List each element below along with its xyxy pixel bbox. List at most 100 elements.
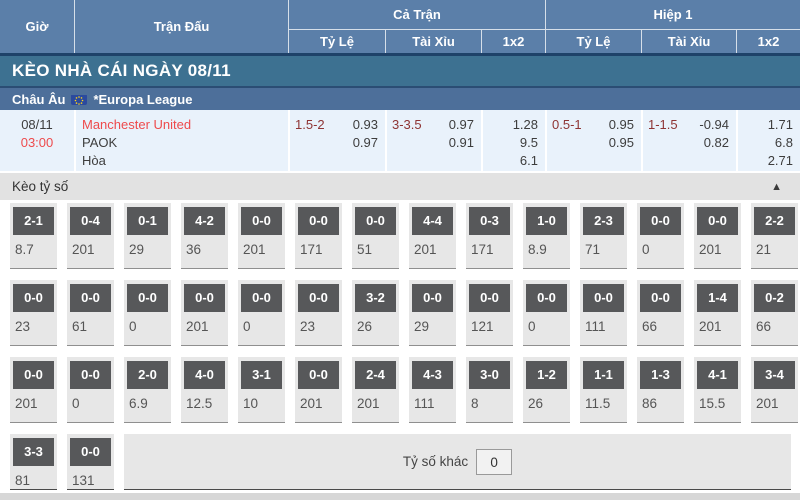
score-odds-cell[interactable]: 2-06.9 <box>124 357 171 423</box>
score-odd-value: 201 <box>694 312 741 334</box>
score-odds-cell[interactable]: 0-3171 <box>466 203 513 269</box>
half-1x2-cell[interactable]: 1.71 6.8 2.71 <box>736 110 800 171</box>
score-label: 1-0 <box>526 207 567 235</box>
score-odds-cell[interactable]: 0-0201 <box>295 357 342 423</box>
odds-value[interactable]: 1.28 <box>483 116 538 134</box>
score-odd-value: 0 <box>637 235 684 257</box>
full-1x2-cell[interactable]: 1.28 9.5 6.1 <box>481 110 545 171</box>
score-odds-cell[interactable]: 4-012.5 <box>181 357 228 423</box>
score-odds-cell[interactable]: 0-00 <box>523 280 570 346</box>
score-odds-cell[interactable]: 0-00 <box>67 357 114 423</box>
score-odds-cell[interactable]: 1-111.5 <box>580 357 627 423</box>
full-handicap-odds: 0.93 0.97 <box>353 116 378 171</box>
score-label: 0-0 <box>298 361 339 389</box>
half-overunder-cell[interactable]: 1-1.5 -0.94 0.82 <box>641 110 736 171</box>
half-handicap-odds: 0.95 0.95 <box>609 116 634 171</box>
score-odd-value: 29 <box>124 235 171 257</box>
odds-value[interactable]: 1.71 <box>738 116 793 134</box>
score-odds-cell[interactable]: 2-18.7 <box>10 203 57 269</box>
score-odds-cell[interactable]: 0-266 <box>751 280 798 346</box>
score-odds-cell[interactable]: 0-0201 <box>238 203 285 269</box>
score-odd-value: 66 <box>751 312 798 334</box>
odds-value[interactable]: 6.8 <box>738 134 793 152</box>
score-odds-cell[interactable]: 1-386 <box>637 357 684 423</box>
score-odds-cell[interactable]: 3-381 <box>10 434 57 490</box>
odds-value[interactable]: 6.1 <box>483 152 538 170</box>
score-odd-value: 29 <box>409 312 456 334</box>
score-odds-cell[interactable]: 3-226 <box>352 280 399 346</box>
score-odds-cell[interactable]: 1-226 <box>523 357 570 423</box>
score-odds-cell[interactable]: 3-110 <box>238 357 285 423</box>
odds-value[interactable]: 0.93 <box>353 116 378 134</box>
score-odds-cell[interactable]: 0-061 <box>67 280 114 346</box>
score-odds-cell[interactable]: 0-00 <box>637 203 684 269</box>
full-overunder-line: 3-3.5 <box>392 116 422 171</box>
score-odds-cell[interactable]: 0-0201 <box>10 357 57 423</box>
away-team[interactable]: PAOK <box>82 134 288 152</box>
score-odds-cell[interactable]: 0-051 <box>352 203 399 269</box>
score-odd-value: 0 <box>523 312 570 334</box>
score-odds-cell[interactable]: 0-00 <box>124 280 171 346</box>
half-handicap-cell[interactable]: 0.5-1 0.95 0.95 <box>545 110 641 171</box>
score-odds-cell[interactable]: 2-4201 <box>352 357 399 423</box>
odds-value[interactable]: 0.95 <box>609 116 634 134</box>
score-odds-cell[interactable]: 4-3111 <box>409 357 456 423</box>
score-odds-cell[interactable]: 0-0171 <box>295 203 342 269</box>
odds-value[interactable]: 0.82 <box>699 134 729 152</box>
score-odds-cell[interactable]: 3-08 <box>466 357 513 423</box>
score-odds-cell[interactable]: 0-129 <box>124 203 171 269</box>
odds-value[interactable]: 0.97 <box>353 134 378 152</box>
full-1x2-odds: 1.28 9.5 6.1 <box>483 116 538 170</box>
score-odd-value: 121 <box>466 312 513 334</box>
score-label: 1-3 <box>640 361 681 389</box>
score-label: 3-0 <box>469 361 510 389</box>
full-handicap-cell[interactable]: 1.5-2 0.93 0.97 <box>288 110 385 171</box>
other-score-input[interactable]: 0 <box>476 449 512 475</box>
score-odds-cell[interactable]: 0-029 <box>409 280 456 346</box>
score-odds-cell[interactable]: 1-08.9 <box>523 203 570 269</box>
score-odds-cell[interactable]: 4-4201 <box>409 203 456 269</box>
score-label: 0-4 <box>70 207 111 235</box>
odds-value[interactable]: 2.71 <box>738 152 793 170</box>
column-header-full-match: Cả Trận <box>288 0 545 29</box>
score-odds-cell[interactable]: 0-0201 <box>694 203 741 269</box>
score-odds-cell[interactable]: 0-023 <box>295 280 342 346</box>
home-team[interactable]: Manchester United <box>82 116 288 134</box>
odds-value[interactable]: 0.97 <box>449 116 474 134</box>
odds-value[interactable]: 0.95 <box>609 134 634 152</box>
score-odds-cell[interactable]: 2-371 <box>580 203 627 269</box>
score-odds-cell[interactable]: 0-0121 <box>466 280 513 346</box>
score-label: 2-4 <box>355 361 396 389</box>
other-score-cell[interactable]: Tỷ số khác 0 <box>124 434 791 490</box>
column-header-full-odds: Tỷ Lệ <box>288 29 385 53</box>
score-odds-cell[interactable]: 4-236 <box>181 203 228 269</box>
score-odds-cell[interactable]: 2-221 <box>751 203 798 269</box>
score-odds-cell[interactable]: 0-00 <box>238 280 285 346</box>
score-label: 2-1 <box>13 207 54 235</box>
score-odds-cell[interactable]: 0-4201 <box>67 203 114 269</box>
score-odds-cell[interactable]: 1-4201 <box>694 280 741 346</box>
score-label: 1-1 <box>583 361 624 389</box>
score-odds-cell[interactable]: 0-0131 <box>67 434 114 490</box>
score-odds-cell[interactable]: 3-4201 <box>751 357 798 423</box>
score-section-header[interactable]: Kèo tỷ số ▲ <box>0 173 800 200</box>
odds-value[interactable]: 0.91 <box>449 134 474 152</box>
score-odd-value: 8.7 <box>10 235 57 257</box>
odds-value[interactable]: 9.5 <box>483 134 538 152</box>
full-overunder-cell[interactable]: 3-3.5 0.97 0.91 <box>385 110 481 171</box>
score-odds-cell[interactable]: 0-0111 <box>580 280 627 346</box>
score-label: 0-0 <box>469 284 510 312</box>
score-odds-cell[interactable]: 0-023 <box>10 280 57 346</box>
score-label: 0-0 <box>13 284 54 312</box>
collapse-arrow-icon[interactable]: ▲ <box>771 181 782 193</box>
score-odds-cell[interactable]: 0-066 <box>637 280 684 346</box>
score-odds-cell[interactable]: 4-115.5 <box>694 357 741 423</box>
score-odd-value: 131 <box>67 466 114 488</box>
score-label: 0-0 <box>583 284 624 312</box>
match-time-cell: 08/11 03:00 <box>0 110 74 171</box>
odds-value[interactable]: -0.94 <box>699 116 729 134</box>
score-odd-value: 51 <box>352 235 399 257</box>
score-odds-cell[interactable]: 0-0201 <box>181 280 228 346</box>
league-bar[interactable]: Châu Âu *Europa League <box>0 86 800 110</box>
match-teams-cell[interactable]: Manchester United PAOK Hòa <box>74 110 288 171</box>
